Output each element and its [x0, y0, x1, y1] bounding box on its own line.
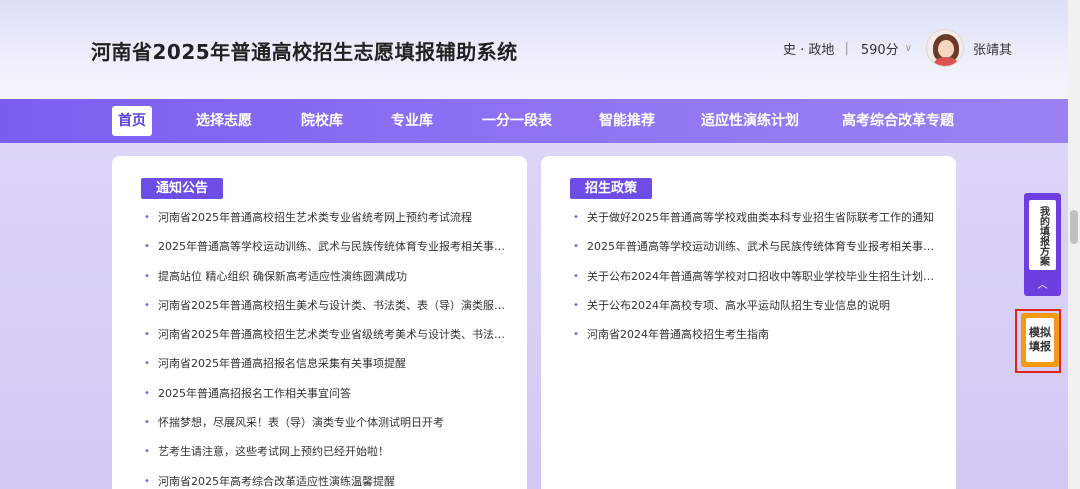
notices-list: • 河南省2025年普通高校招生艺术类专业省统考网上预约考试流程 • 2025年普通… [142, 208, 512, 489]
scrollbar[interactable] [1068, 0, 1080, 489]
list-item[interactable]: • 2025年普通高等学校运动训练、武术与民族传统体育专业报考相关事宜提醒 [571, 237, 941, 266]
avatar[interactable] [925, 29, 964, 67]
list-item[interactable]: • 关于公布2024年高校专项、高水平运动队招生专业信息的说明 [571, 296, 941, 325]
notices-title[interactable]: 通知公告 [141, 178, 224, 199]
list-item[interactable]: • 河南省2025年普通高招报名信息采集有关事项提醒 [142, 354, 512, 383]
score-display[interactable]: 590分 [861, 39, 899, 58]
separator: | [844, 40, 849, 56]
policy-card: 招生政策 • 关于做好2025年普通高等学校戏曲类本科专业招生省际联考工作的通知 … [541, 156, 956, 489]
chevron-up-icon[interactable]: ︿ [1024, 276, 1061, 291]
nav-university-library[interactable]: 院校库 [296, 106, 348, 136]
subject-selection[interactable]: 史 · 政地 [783, 39, 834, 58]
site-title: 河南省2025年普通高校招生志愿填报辅助系统 [91, 40, 518, 64]
nav-reform-topic[interactable]: 高考综合改革专题 [840, 106, 956, 136]
header: 河南省2025年普通高校招生志愿填报辅助系统 史 · 政地 | 590分 ∨ 张… [0, 0, 1068, 99]
username[interactable]: 张靖其 [973, 39, 1012, 58]
nav-practice-plan[interactable]: 适应性演练计划 [700, 106, 800, 136]
scrollbar-thumb[interactable] [1070, 210, 1078, 244]
nav-major-library[interactable]: 专业库 [386, 106, 438, 136]
list-item[interactable]: • 关于做好2025年普通高等学校戏曲类本科专业招生省际联考工作的通知 [571, 208, 941, 237]
list-item[interactable]: • 河南省2025年高考综合改革适应性演练温馨提醒 [142, 472, 512, 489]
nav-score-table[interactable]: 一分一段表 [478, 106, 556, 136]
notices-card: 通知公告 • 河南省2025年普通高校招生艺术类专业省统考网上预约考试流程 • 20… [112, 156, 527, 489]
policy-list: • 关于做好2025年普通高等学校戏曲类本科专业招生省际联考工作的通知 • 2025… [571, 208, 941, 354]
simulate-fill-button[interactable]: 模拟 填报 [1021, 313, 1059, 367]
user-area: 史 · 政地 | 590分 ∨ 张靖其 [783, 28, 1012, 68]
list-item[interactable]: • 2025年普通高等学校运动训练、武术与民族传统体育专业报考相关事宜提醒 [142, 237, 512, 266]
chevron-down-icon[interactable]: ∨ [905, 43, 912, 54]
list-item[interactable]: • 河南省2025年普通高校招生艺术类专业省统考网上预约考试流程 [142, 208, 512, 237]
list-item[interactable]: • 提高站位 精心组织 确保新高考适应性演练圆满成功 [142, 267, 512, 296]
nav-home[interactable]: 首页 [112, 106, 152, 136]
list-item[interactable]: • 关于公布2024年普通高等学校对口招收中等职业学校毕业生招生计划的通知 [571, 267, 941, 296]
nav-smart-recommend[interactable]: 智能推荐 [594, 106, 660, 136]
list-item[interactable]: • 怀揣梦想，尽展风采！表（导）演类专业个体测试明日开考 [142, 413, 512, 442]
list-item[interactable]: • 艺考生请注意，这些考试网上预约已经开始啦！ [142, 442, 512, 471]
nav-select-volunteer[interactable]: 选择志愿 [190, 106, 258, 136]
my-plan-label: 我的填报方案 [1029, 200, 1056, 270]
list-item[interactable]: • 河南省2025年普通高校招生美术与设计类、书法类、表（导）演类服装表… [142, 296, 512, 325]
list-item[interactable]: • 2025年普通高招报名工作相关事宜问答 [142, 384, 512, 413]
main-nav: 首页 选择志愿 院校库 专业库 一分一段表 智能推荐 适应性演练计划 高考综合改… [0, 99, 1068, 143]
policy-title[interactable]: 招生政策 [570, 178, 653, 199]
list-item[interactable]: • 河南省2025年普通高校招生艺术类专业省级统考美术与设计类、书法类、… [142, 325, 512, 354]
list-item[interactable]: • 河南省2024年普通高校招生考生指南 [571, 325, 941, 354]
my-plan-button[interactable]: 我的填报方案 ︿ [1024, 193, 1061, 296]
simulate-fill-label: 模拟 填报 [1026, 318, 1054, 362]
